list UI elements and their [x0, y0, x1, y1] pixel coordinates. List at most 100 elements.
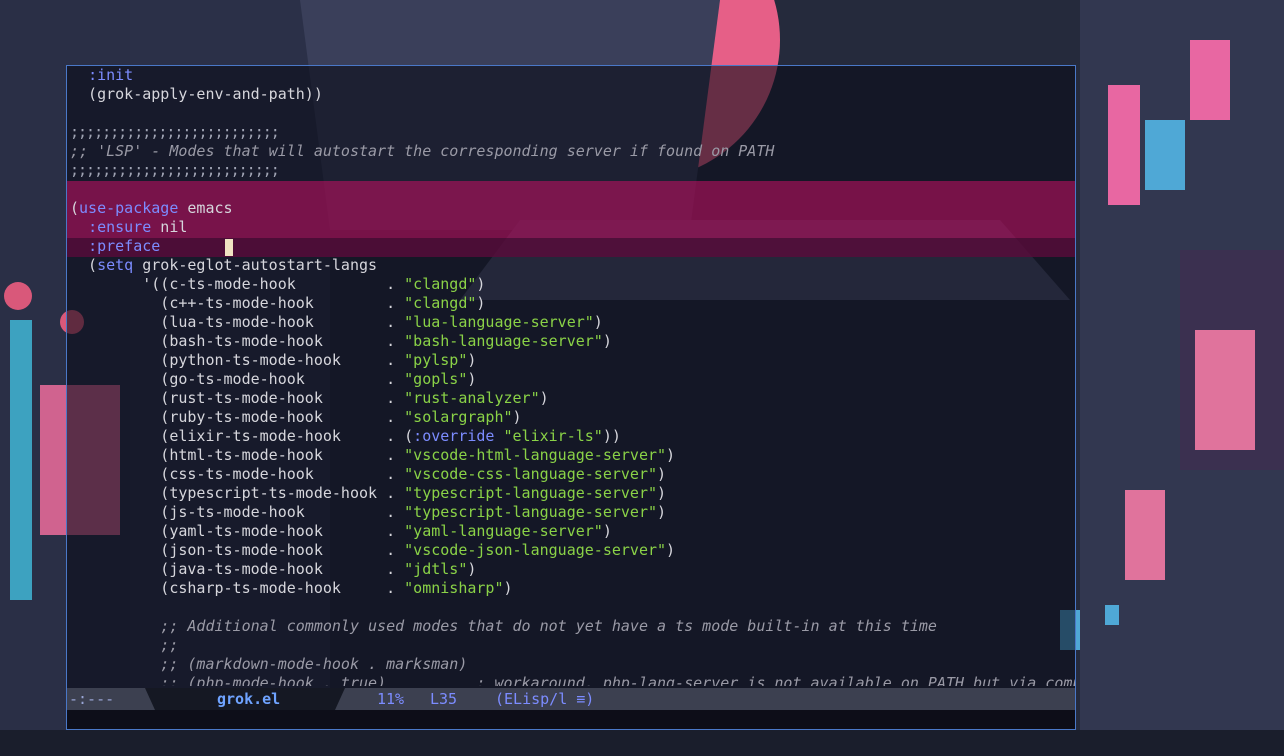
code-token: ) — [593, 313, 603, 331]
code-line: ;; — [70, 636, 1075, 655]
mode-line: -:--- grok.el 11% L35 (ELisp/l ≡) — [67, 688, 1075, 710]
code-token: (grok-apply-env-and-path)) — [70, 85, 323, 103]
keyword-token: setq — [97, 256, 134, 274]
code-line: (html-ts-mode-hook . "vscode-html-langua… — [70, 446, 1075, 465]
modeline-filename[interactable]: grok.el — [217, 688, 280, 710]
code-token: ) — [666, 446, 676, 464]
comment-token: ;; — [160, 636, 179, 654]
code-token: emacs — [178, 199, 233, 217]
code-line: (js-ts-mode-hook . "typescript-language-… — [70, 503, 1075, 522]
code-token: ) — [467, 560, 477, 578]
code-line: (json-ts-mode-hook . "vscode-json-langua… — [70, 541, 1075, 560]
code-line: :ensure nil — [70, 218, 1075, 237]
string-token: "typescript-language-server" — [404, 484, 658, 502]
code-buffer[interactable]: :init (grok-apply-env-and-path));;;;;;;;… — [67, 66, 1075, 686]
code-line: (setq grok-eglot-autostart-langs — [70, 256, 1075, 275]
comment-token: ;; (markdown-mode-hook . marksman) — [160, 655, 468, 673]
code-line: (typescript-ts-mode-hook . "typescript-l… — [70, 484, 1075, 503]
code-line: (css-ts-mode-hook . "vscode-css-language… — [70, 465, 1075, 484]
code-token: grok-eglot-autostart-langs — [133, 256, 378, 274]
string-token: "typescript-language-server" — [404, 503, 658, 521]
modeline-line-number: L35 — [430, 690, 458, 708]
keyword-token: :preface — [88, 237, 161, 255]
code-line: (ruby-ts-mode-hook . "solargraph") — [70, 408, 1075, 427]
code-token: (yaml-ts-mode-hook . — [70, 522, 405, 540]
keyword-token: :override — [413, 427, 495, 445]
string-token: "vscode-html-language-server" — [404, 446, 667, 464]
code-token: (csharp-ts-mode-hook . — [70, 579, 405, 597]
code-token: (java-ts-mode-hook . — [70, 560, 405, 578]
code-token: )) — [602, 427, 621, 445]
code-line: (bash-ts-mode-hook . "bash-language-serv… — [70, 332, 1075, 351]
code-token: '((c-ts-mode-hook . — [70, 275, 405, 293]
code-line: (java-ts-mode-hook . "jdtls") — [70, 560, 1075, 579]
code-token: (css-ts-mode-hook . — [70, 465, 405, 483]
code-token: ) — [476, 294, 486, 312]
string-token: "elixir-ls" — [503, 427, 603, 445]
code-line: (elixir-ts-mode-hook . (:override "elixi… — [70, 427, 1075, 446]
string-token: "clangd" — [404, 294, 477, 312]
code-line: ;; (php-mode-hook . true) ; workaround, … — [70, 674, 1075, 686]
code-line: (lua-ts-mode-hook . "lua-language-server… — [70, 313, 1075, 332]
code-token: ( — [70, 256, 98, 274]
string-token: "lua-language-server" — [404, 313, 594, 331]
code-token: (c++-ts-mode-hook . — [70, 294, 405, 312]
string-token: "bash-language-server" — [404, 332, 603, 350]
string-token: "omnisharp" — [404, 579, 504, 597]
text-cursor — [225, 239, 233, 256]
keyword-token: :ensure — [88, 218, 152, 236]
code-token: ( — [70, 199, 80, 217]
minibuffer[interactable] — [67, 710, 1075, 729]
string-token: "solargraph" — [404, 408, 513, 426]
code-line: ;;;;;;;;;;;;;;;;;;;;;;;;;; — [70, 161, 1075, 180]
string-token: "pylsp" — [404, 351, 468, 369]
code-token: (go-ts-mode-hook . — [70, 370, 405, 388]
code-line: '((c-ts-mode-hook . "clangd") — [70, 275, 1075, 294]
keyword-token: use-package — [79, 199, 179, 217]
code-token: (rust-ts-mode-hook . — [70, 389, 405, 407]
code-token: (ruby-ts-mode-hook . — [70, 408, 405, 426]
code-token: ) — [503, 579, 513, 597]
code-line: ;;;;;;;;;;;;;;;;;;;;;;;;;; — [70, 123, 1075, 142]
code-token: ) — [467, 370, 477, 388]
code-token: ) — [467, 351, 477, 369]
comment-token: ;; (php-mode-hook . true) ; workaround, … — [160, 674, 1075, 686]
string-token: "yaml-language-server" — [404, 522, 603, 540]
comment-token: ;; — [70, 142, 98, 160]
modeline-major-mode[interactable]: (ELisp/l ≡) — [495, 688, 594, 710]
comment-token: ;;;;;;;;;;;;;;;;;;;;;;;;;; — [70, 123, 280, 141]
code-token: ) — [602, 522, 612, 540]
code-line: (yaml-ts-mode-hook . "yaml-language-serv… — [70, 522, 1075, 541]
code-token: ) — [657, 465, 667, 483]
string-token: "vscode-json-language-server" — [404, 541, 667, 559]
code-token: (bash-ts-mode-hook . — [70, 332, 405, 350]
modeline-status: -:--- — [69, 690, 115, 708]
string-token: "gopls" — [404, 370, 468, 388]
code-token: ) — [657, 484, 667, 502]
code-line: (grok-apply-env-and-path)) — [70, 85, 1075, 104]
modeline-percent: 11% — [377, 690, 405, 708]
code-token: ) — [666, 541, 676, 559]
code-line: (c++-ts-mode-hook . "clangd") — [70, 294, 1075, 313]
keyword-token: :init — [88, 66, 134, 84]
comment-token: ;;;;;;;;;;;;;;;;;;;;;;;;;; — [70, 161, 280, 179]
code-token: (python-ts-mode-hook . — [70, 351, 405, 369]
code-line: ;; Additional commonly used modes that d… — [70, 617, 1075, 636]
code-token: nil — [151, 218, 188, 236]
code-line: :preface — [70, 237, 1075, 256]
comment-token: 'LSP' — [97, 142, 143, 160]
code-token: ) — [476, 275, 486, 293]
string-token: "rust-analyzer" — [404, 389, 540, 407]
string-token: "vscode-css-language-server" — [404, 465, 658, 483]
code-token: ) — [512, 408, 522, 426]
code-token: (js-ts-mode-hook . — [70, 503, 405, 521]
